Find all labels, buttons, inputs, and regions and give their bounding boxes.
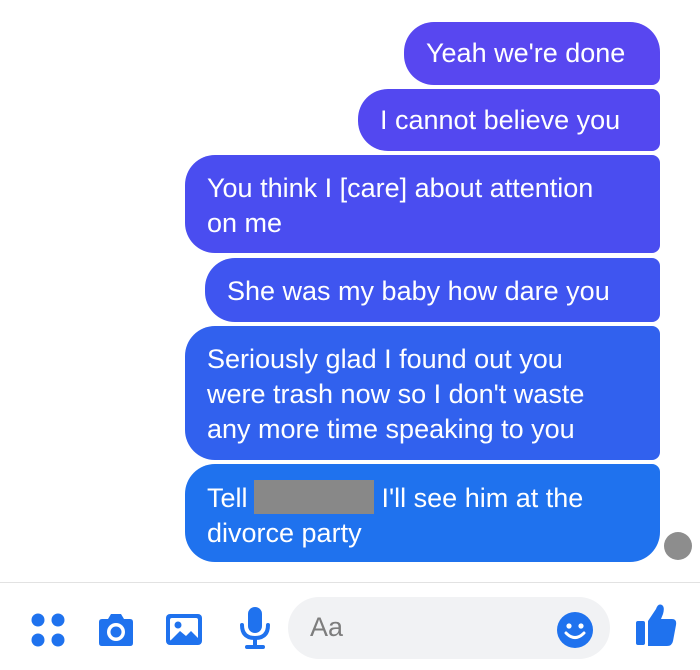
message-bubble[interactable]: You think I [care] about attention on me bbox=[185, 155, 660, 253]
message-composer: Aa bbox=[0, 583, 700, 670]
thumbs-up-icon[interactable] bbox=[634, 601, 678, 649]
message-text-before: Tell bbox=[207, 483, 248, 513]
message-input-placeholder: Aa bbox=[310, 612, 344, 642]
message-input[interactable]: Aa bbox=[288, 597, 610, 659]
message-bubble[interactable]: Tell I'll see him at the divorce party bbox=[185, 464, 660, 562]
redacted-name-block bbox=[253, 480, 374, 514]
message-bubble[interactable]: She was my baby how dare you bbox=[205, 258, 660, 322]
emoji-icon[interactable] bbox=[556, 611, 594, 649]
more-apps-icon[interactable] bbox=[28, 610, 68, 650]
message-bubble[interactable]: Seriously glad I found out you were tras… bbox=[185, 326, 660, 460]
camera-icon[interactable] bbox=[96, 610, 136, 650]
message-thread: Yeah we're done I cannot believe you You… bbox=[0, 0, 700, 580]
message-bubble[interactable]: Yeah we're done bbox=[404, 22, 660, 85]
seen-indicator-avatar bbox=[664, 532, 692, 560]
microphone-icon[interactable] bbox=[235, 605, 275, 651]
photo-icon[interactable] bbox=[163, 608, 205, 650]
message-bubble[interactable]: I cannot believe you bbox=[358, 89, 660, 151]
